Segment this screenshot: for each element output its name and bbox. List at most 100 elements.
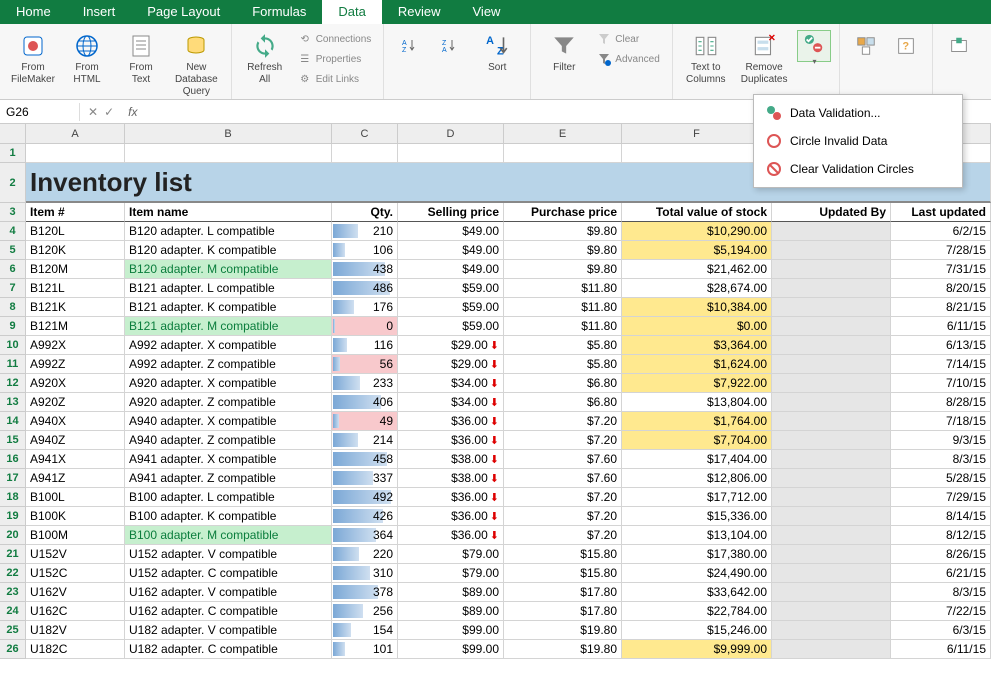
col-header-B[interactable]: B <box>125 124 332 144</box>
cell[interactable] <box>772 336 891 355</box>
tab-insert[interactable]: Insert <box>67 0 132 24</box>
cell[interactable]: 7/14/15 <box>891 355 991 374</box>
btn-clear[interactable]: Clear <box>593 30 663 48</box>
cell[interactable]: B100L <box>26 488 125 507</box>
cell[interactable]: 8/3/15 <box>891 450 991 469</box>
cell[interactable]: $34.00⬇ <box>398 393 504 412</box>
cell[interactable]: A940 adapter. Z compatible <box>125 431 332 450</box>
row-header-2[interactable]: 2 <box>0 163 26 203</box>
cell[interactable]: A992 adapter. Z compatible <box>125 355 332 374</box>
cell[interactable] <box>772 488 891 507</box>
col-header-C[interactable]: C <box>332 124 398 144</box>
cell-qty[interactable]: 56 <box>332 355 398 374</box>
sort-button[interactable]: AZ Sort <box>472 30 522 76</box>
cell[interactable] <box>772 450 891 469</box>
cell[interactable]: $36.00⬇ <box>398 526 504 545</box>
cell[interactable]: $89.00 <box>398 583 504 602</box>
cell[interactable]: B100 adapter. K compatible <box>125 507 332 526</box>
cell[interactable]: 6/21/15 <box>891 564 991 583</box>
cell-qty[interactable]: 438 <box>332 260 398 279</box>
sort-desc-button[interactable]: ZA <box>432 30 468 64</box>
cell[interactable] <box>772 279 891 298</box>
row-header-6[interactable]: 6 <box>0 260 26 279</box>
cell[interactable]: $99.00 <box>398 640 504 659</box>
cell[interactable]: U182 adapter. C compatible <box>125 640 332 659</box>
cell[interactable]: $59.00 <box>398 317 504 336</box>
cell[interactable] <box>772 260 891 279</box>
cell[interactable]: 8/12/15 <box>891 526 991 545</box>
cell[interactable] <box>772 393 891 412</box>
cell[interactable]: A941 adapter. X compatible <box>125 450 332 469</box>
sort-asc-button[interactable]: AZ <box>392 30 428 64</box>
cell[interactable]: $99.00 <box>398 621 504 640</box>
row-header-3[interactable]: 3 <box>0 203 26 222</box>
cell[interactable]: $79.00 <box>398 564 504 583</box>
cell[interactable]: 7/28/15 <box>891 241 991 260</box>
cell[interactable]: A992 adapter. X compatible <box>125 336 332 355</box>
cell[interactable]: 5/28/15 <box>891 469 991 488</box>
row-header-21[interactable]: 21 <box>0 545 26 564</box>
cell[interactable]: $9.80 <box>504 241 622 260</box>
cell[interactable]: A920Z <box>26 393 125 412</box>
cell[interactable]: $17.80 <box>504 583 622 602</box>
name-box[interactable]: G26 <box>0 103 80 121</box>
header-qty.[interactable]: Qty. <box>332 203 398 222</box>
cell[interactable]: $34.00⬇ <box>398 374 504 393</box>
cell-qty[interactable]: 0 <box>332 317 398 336</box>
cell[interactable]: A920 adapter. Z compatible <box>125 393 332 412</box>
btn-from[interactable]: FromHTML <box>62 30 112 88</box>
cell[interactable]: $19.80 <box>504 640 622 659</box>
cell[interactable]: $36.00⬇ <box>398 488 504 507</box>
cell[interactable] <box>772 640 891 659</box>
cell[interactable]: $29.00⬇ <box>398 355 504 374</box>
cell[interactable]: U152C <box>26 564 125 583</box>
cell[interactable]: $7.60 <box>504 450 622 469</box>
cell[interactable] <box>772 298 891 317</box>
cell[interactable]: $29.00⬇ <box>398 336 504 355</box>
row-header-7[interactable]: 7 <box>0 279 26 298</box>
cell[interactable]: B120K <box>26 241 125 260</box>
cell[interactable] <box>772 621 891 640</box>
tab-formulas[interactable]: Formulas <box>236 0 322 24</box>
cell[interactable]: $5.80 <box>504 355 622 374</box>
tab-home[interactable]: Home <box>0 0 67 24</box>
row-header-14[interactable]: 14 <box>0 412 26 431</box>
cell[interactable]: $7.20 <box>504 526 622 545</box>
cell[interactable] <box>125 144 332 163</box>
cell[interactable]: B120L <box>26 222 125 241</box>
cell[interactable]: $11.80 <box>504 317 622 336</box>
cell[interactable]: $13,804.00 <box>622 393 772 412</box>
cell-qty[interactable]: 337 <box>332 469 398 488</box>
row-header-16[interactable]: 16 <box>0 450 26 469</box>
cell[interactable]: $7.20 <box>504 507 622 526</box>
col-header-E[interactable]: E <box>504 124 622 144</box>
row-header-25[interactable]: 25 <box>0 621 26 640</box>
cell[interactable]: 7/29/15 <box>891 488 991 507</box>
cell[interactable] <box>504 144 622 163</box>
cell[interactable]: B100M <box>26 526 125 545</box>
cell-qty[interactable]: 406 <box>332 393 398 412</box>
cell[interactable]: A940 adapter. X compatible <box>125 412 332 431</box>
refresh-all-button[interactable]: Refresh All <box>240 30 290 88</box>
consolidate-button[interactable] <box>848 30 884 64</box>
menu-circle-invalid-data[interactable]: Circle Invalid Data <box>754 127 962 155</box>
cell[interactable]: $49.00 <box>398 260 504 279</box>
whatif-button[interactable]: ? <box>888 30 924 64</box>
text-to-columns-button[interactable]: Text to Columns <box>681 30 731 88</box>
cell[interactable]: $33,642.00 <box>622 583 772 602</box>
cell-qty[interactable]: 233 <box>332 374 398 393</box>
row-header-26[interactable]: 26 <box>0 640 26 659</box>
cell[interactable]: $89.00 <box>398 602 504 621</box>
btn-from[interactable]: FromText <box>116 30 166 88</box>
cell-qty[interactable]: 458 <box>332 450 398 469</box>
confirm-icon[interactable]: ✓ <box>104 105 114 119</box>
row-header-23[interactable]: 23 <box>0 583 26 602</box>
row-header-10[interactable]: 10 <box>0 336 26 355</box>
row-header-17[interactable]: 17 <box>0 469 26 488</box>
cell[interactable]: $36.00⬇ <box>398 507 504 526</box>
row-header-9[interactable]: 9 <box>0 317 26 336</box>
select-all-corner[interactable] <box>0 124 26 144</box>
cell[interactable]: $7,704.00 <box>622 431 772 450</box>
group-button[interactable] <box>941 30 977 64</box>
tab-review[interactable]: Review <box>382 0 457 24</box>
